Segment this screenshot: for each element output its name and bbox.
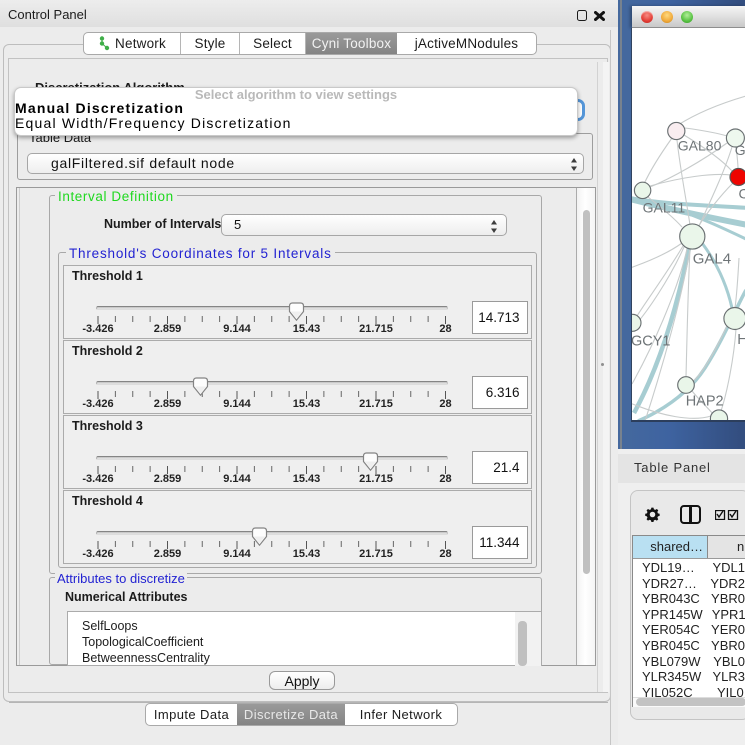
svg-text:GAL4: GAL4 [693,250,731,267]
svg-text:GCY1: GCY1 [632,333,671,349]
svg-text:GAL11: GAL11 [643,199,686,215]
svg-text:C: C [739,185,745,201]
svg-text:H: H [737,332,745,348]
svg-text:HAP2: HAP2 [686,393,724,409]
svg-text:G.: G. [735,142,745,158]
svg-text:GAL80: GAL80 [678,137,722,153]
